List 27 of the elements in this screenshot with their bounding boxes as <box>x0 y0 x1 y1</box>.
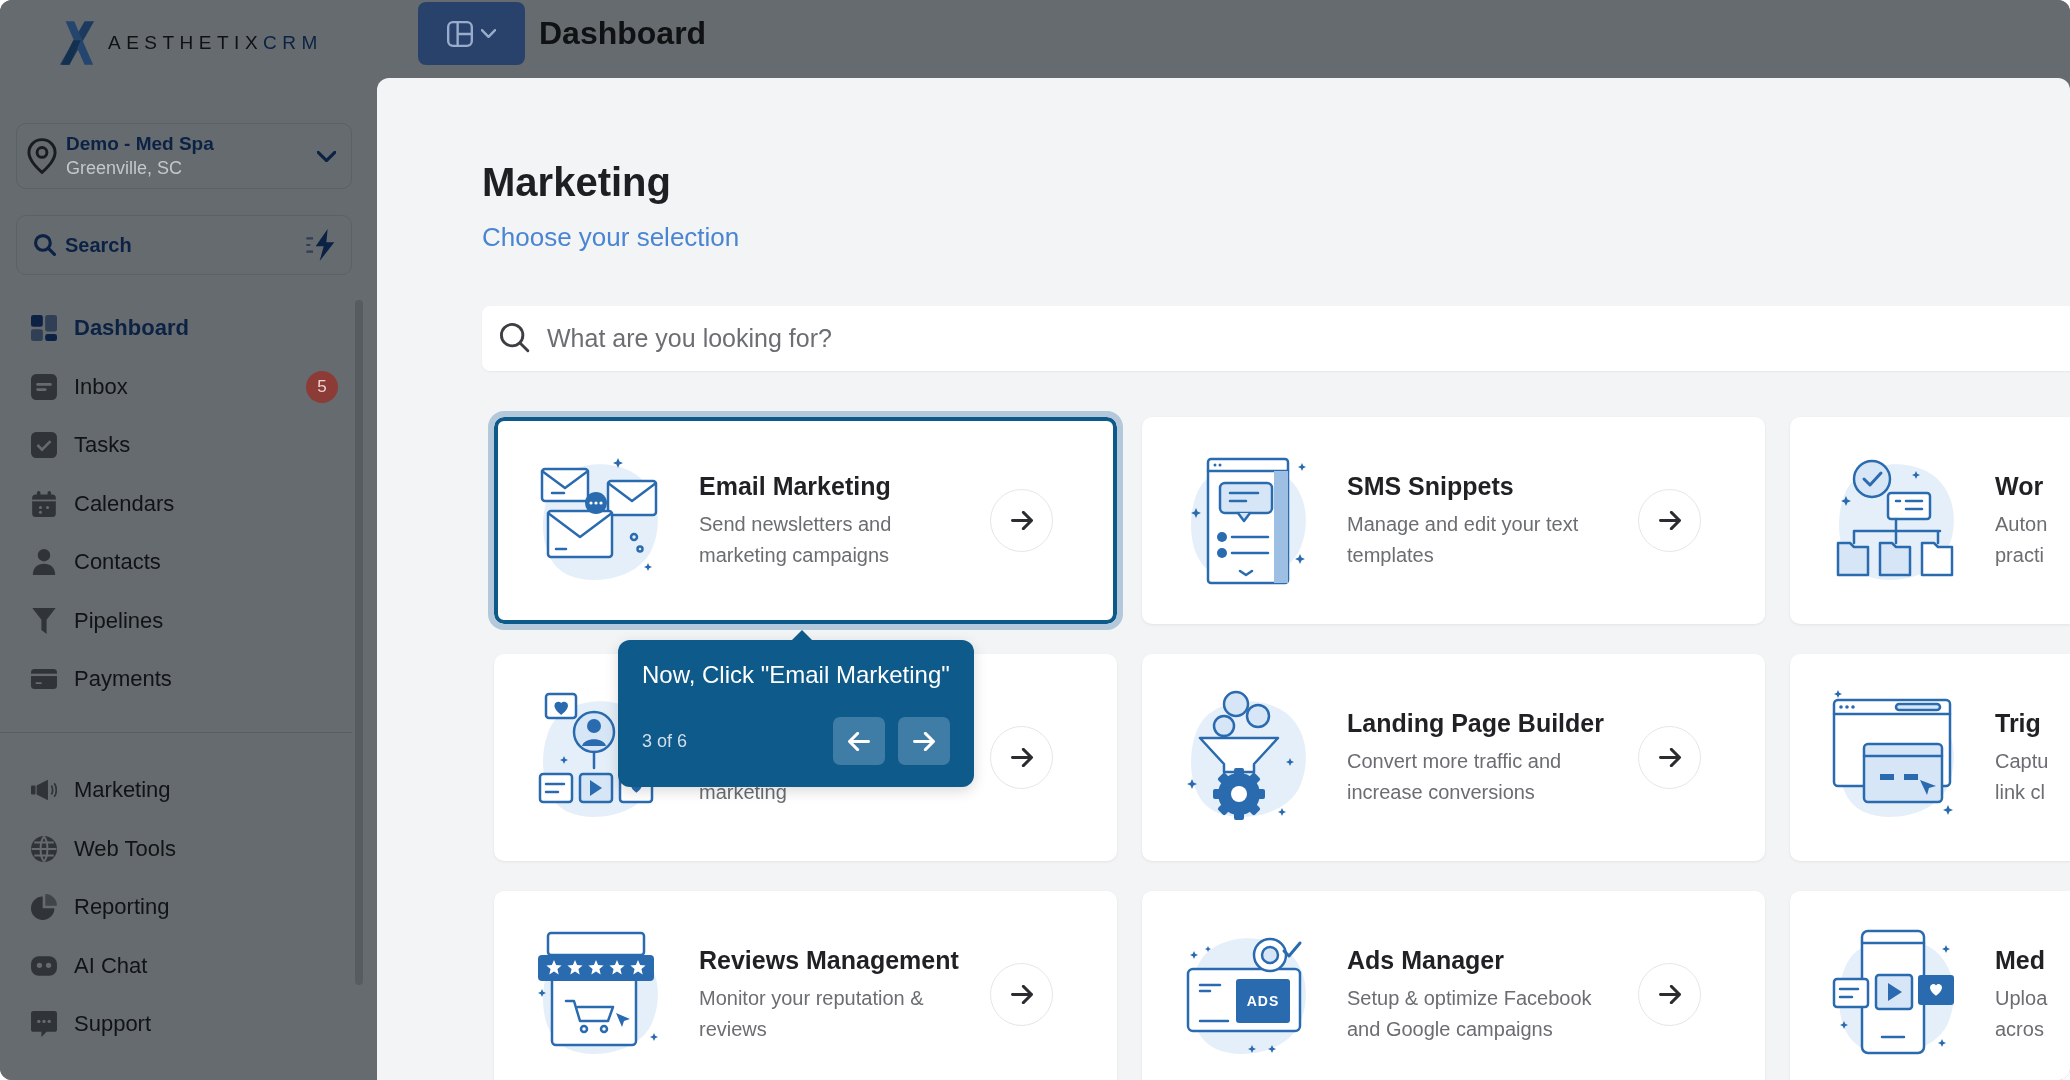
section-heading: Marketing <box>482 159 672 206</box>
card-description: Send newsletters and marketing campaigns <box>699 512 893 568</box>
card-description: Uploa acros <box>1995 986 2049 1042</box>
card-description: Convert more traffic and increase conversions <box>1347 749 1563 805</box>
billboard-label: ADS <box>1246 992 1280 1009</box>
card-title: Wor <box>1995 471 2045 502</box>
location-address: Greenville, SC <box>66 157 184 180</box>
step-counter: 3 of 6 <box>642 730 689 752</box>
card-description: Manage and edit your text templates <box>1347 512 1580 568</box>
logo-text: AESTHETIX CRM <box>108 32 323 54</box>
location-name: Demo - Med Spa <box>66 132 215 156</box>
card-description: Monitor your reputation & reviews <box>699 986 925 1042</box>
card-description: Auton practi <box>1995 512 2049 568</box>
card-title: Reviews Management <box>699 945 960 976</box>
card-description: marketing <box>699 780 788 805</box>
unread-badge: 5 <box>306 370 338 403</box>
card-title: Landing Page Builder <box>1347 708 1605 739</box>
card-title: Trig <box>1995 708 2042 739</box>
section-subtitle: Choose your selection <box>482 221 741 253</box>
tour-message: Now, Click "Email Marketing" <box>642 660 950 690</box>
page-title: Dashboard <box>539 14 707 53</box>
card-title: Med <box>1995 945 2046 976</box>
card-title: SMS Snippets <box>1347 471 1515 502</box>
card-description: Captu link cl <box>1995 749 2050 805</box>
card-description: Setup & optimize Facebook and Google campaigns <box>1347 986 1593 1042</box>
card-title: Ads Manager <box>1347 945 1505 976</box>
card-title: Email Marketing <box>699 471 892 502</box>
